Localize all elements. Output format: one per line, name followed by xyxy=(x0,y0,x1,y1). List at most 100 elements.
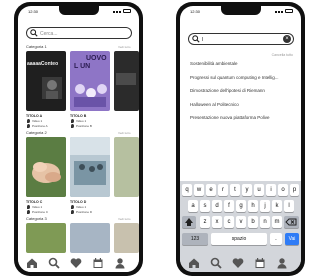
search-icon[interactable] xyxy=(210,257,222,269)
video-icon xyxy=(71,205,74,209)
status-time: 12:30 xyxy=(190,9,201,14)
search-bar[interactable]: Cerca... xyxy=(26,27,132,39)
profile-icon[interactable] xyxy=(114,257,126,269)
keyboard-row-3: z x c v b n m xyxy=(180,216,301,228)
see-all-link[interactable]: Vedi tutto xyxy=(118,45,131,49)
location-pin-icon xyxy=(71,124,74,128)
key-f[interactable]: f xyxy=(224,200,234,212)
key-a[interactable]: a xyxy=(188,200,198,212)
key-b[interactable]: b xyxy=(248,216,258,228)
key-o[interactable]: o xyxy=(278,184,288,196)
key-z[interactable]: z xyxy=(200,216,210,228)
key-w[interactable]: w xyxy=(194,184,204,196)
backspace-key[interactable] xyxy=(284,216,299,228)
card-meta: Video 1 xyxy=(76,119,87,123)
result-item[interactable]: Progressi sul quantum computing e Intell… xyxy=(190,75,279,89)
poster-figure xyxy=(42,77,62,99)
category-title: Categoria 3 xyxy=(26,216,47,221)
key-i[interactable]: i xyxy=(266,184,276,196)
key-c[interactable]: c xyxy=(224,216,234,228)
home-icon[interactable] xyxy=(188,257,200,269)
clear-icon[interactable]: × xyxy=(283,35,291,43)
keyboard-row-1: q w e r t y u i o p xyxy=(180,184,301,196)
shift-icon xyxy=(185,218,193,226)
card-location: Posizione C xyxy=(32,210,49,214)
keyboard-row-4: 123 spazio . Vai xyxy=(180,233,301,245)
card-thumbnail[interactable] xyxy=(26,223,66,253)
result-item[interactable]: Sostenibilità ambientale xyxy=(190,61,279,75)
heart-icon[interactable] xyxy=(70,257,82,269)
card-title: TITOLO B xyxy=(70,114,87,118)
search-icon[interactable] xyxy=(48,257,60,269)
key-n[interactable]: n xyxy=(260,216,270,228)
key-e[interactable]: e xyxy=(206,184,216,196)
poster-text-2: L UN xyxy=(74,63,91,70)
calendar-icon[interactable] xyxy=(92,257,104,269)
space-key[interactable]: spazio xyxy=(211,233,267,245)
card-thumbnail-partial[interactable] xyxy=(114,51,139,111)
key-s[interactable]: s xyxy=(200,200,210,212)
key-m[interactable]: m xyxy=(272,216,282,228)
key-l[interactable]: l xyxy=(284,200,294,212)
key-u[interactable]: u xyxy=(254,184,264,196)
search-input[interactable]: I × xyxy=(188,33,294,45)
heart-icon[interactable] xyxy=(232,257,244,269)
numbers-key[interactable]: 123 xyxy=(182,233,208,245)
card-thumbnail: UOVO L UN xyxy=(70,51,110,111)
location-pin-icon xyxy=(27,210,30,214)
card-thumbnail-partial[interactable] xyxy=(114,137,139,197)
category-title: Categoria 2 xyxy=(26,130,47,135)
calendar-icon[interactable] xyxy=(254,257,266,269)
go-key[interactable]: Vai xyxy=(285,233,299,245)
result-item[interactable]: Dimostrazione dell'ipotesi di Riemann xyxy=(190,88,279,102)
key-d[interactable]: d xyxy=(212,200,222,212)
cancel-all-link[interactable]: Cancella tutto xyxy=(272,53,293,57)
video-icon xyxy=(27,205,30,209)
see-all-link[interactable]: Vedi tutto xyxy=(118,217,131,221)
search-icon xyxy=(30,29,38,37)
card-thumbnail-partial[interactable] xyxy=(114,223,139,253)
signal-icon xyxy=(275,10,283,13)
key-h[interactable]: h xyxy=(248,200,258,212)
shift-key[interactable] xyxy=(182,216,196,228)
card-thumbnail xyxy=(70,137,110,197)
result-item[interactable]: Halloween al Politecnico xyxy=(190,102,279,116)
status-bar: 12:30 xyxy=(180,6,301,20)
key-t[interactable]: t xyxy=(230,184,240,196)
bottom-nav xyxy=(180,254,301,272)
key-g[interactable]: g xyxy=(236,200,246,212)
card-title: TITOLO D xyxy=(70,200,87,204)
card-thumbnail xyxy=(26,137,66,197)
dot-key[interactable]: . xyxy=(270,233,282,245)
poster-figure xyxy=(74,84,107,107)
card-meta: Video 1 xyxy=(32,205,43,209)
card-meta: Video 1 xyxy=(32,119,43,123)
search-results: Sostenibilità ambientale Progressi sul q… xyxy=(190,61,279,129)
key-r[interactable]: r xyxy=(218,184,228,196)
card-thumbnail: aaaaaConteo xyxy=(26,51,66,111)
phone-search: 12:30 I × Cancella tutto Sostenibilità a… xyxy=(176,2,305,276)
key-v[interactable]: v xyxy=(236,216,246,228)
search-screen: 12:30 I × Cancella tutto Sostenibilità a… xyxy=(180,6,301,272)
poster-text: UOVO xyxy=(86,55,107,62)
card-thumbnail[interactable] xyxy=(70,223,110,253)
key-y[interactable]: y xyxy=(242,184,252,196)
home-icon[interactable] xyxy=(26,257,38,269)
result-item[interactable]: Presentazione nuova piattaforma Polive xyxy=(190,115,279,129)
key-x[interactable]: x xyxy=(212,216,222,228)
key-j[interactable]: j xyxy=(260,200,270,212)
key-q[interactable]: q xyxy=(182,184,192,196)
key-k[interactable]: k xyxy=(272,200,282,212)
signal-icon xyxy=(113,10,121,13)
see-all-link[interactable]: Vedi tutto xyxy=(118,131,131,135)
search-placeholder: Cerca... xyxy=(40,31,58,37)
location-pin-icon xyxy=(27,124,30,128)
status-time: 12:30 xyxy=(28,9,39,14)
poster-text: aaaaaConteo xyxy=(27,61,59,67)
battery-icon xyxy=(123,9,131,13)
key-p[interactable]: p xyxy=(290,184,299,196)
card-location: Posizione D xyxy=(76,210,93,214)
profile-icon[interactable] xyxy=(276,257,288,269)
card-location: Posizione A xyxy=(32,124,48,128)
keyboard: q w e r t y u i o p a s d f g h j k l z … xyxy=(180,181,301,258)
